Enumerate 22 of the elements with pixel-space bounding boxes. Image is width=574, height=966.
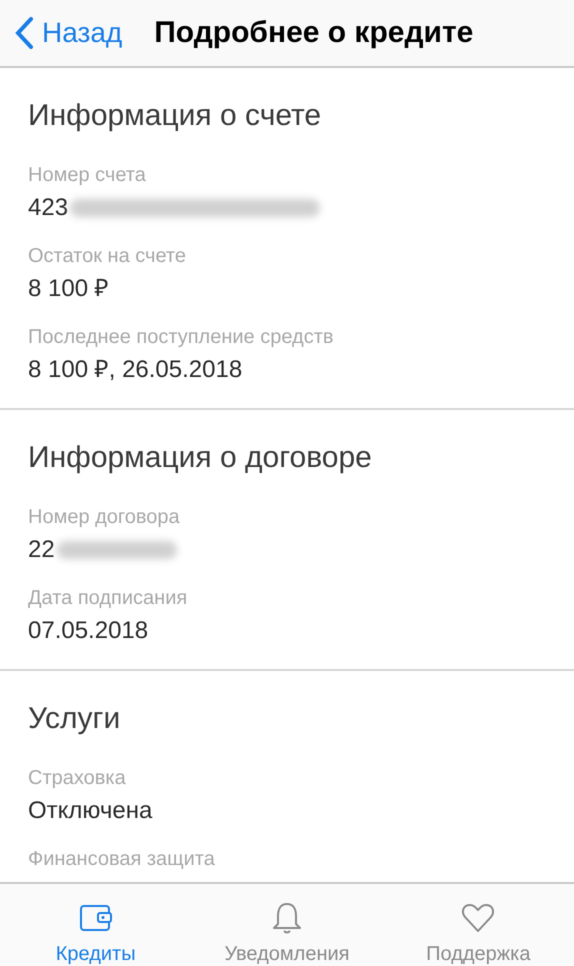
field-value: 8 100 ₽ [28,274,109,304]
field-label: Финансовая защита [28,847,216,872]
field-value: 8 100 ₽, 26.05.2018 [28,355,242,385]
tab-item[interactable]: Поддержка [393,900,564,966]
field-value: 07.05.2018 [28,616,148,646]
section-title: Услуги [28,701,122,737]
tab-item[interactable]: Кредиты [10,900,181,966]
back-button[interactable]: Назад [14,16,122,50]
field-label: Номер счета [28,163,147,188]
field-label: Страховка [28,766,127,791]
section-title: Информация о счете [28,98,322,134]
field-label: Номер договора [28,505,181,530]
chevron-icon [14,16,34,50]
field-value: Отключена [28,796,152,826]
tab-item[interactable]: Уведомления [202,900,372,966]
field-label: Дата подписания [28,586,188,611]
field-value: 423 [28,193,68,223]
field-label: Остаток на счете [28,244,187,269]
field-value: 22 [28,535,55,565]
field-label: Последнее поступление средств [28,325,334,350]
screen-title: Подробнее о кредите [154,16,474,50]
section-title: Информация о договоре [28,440,373,476]
